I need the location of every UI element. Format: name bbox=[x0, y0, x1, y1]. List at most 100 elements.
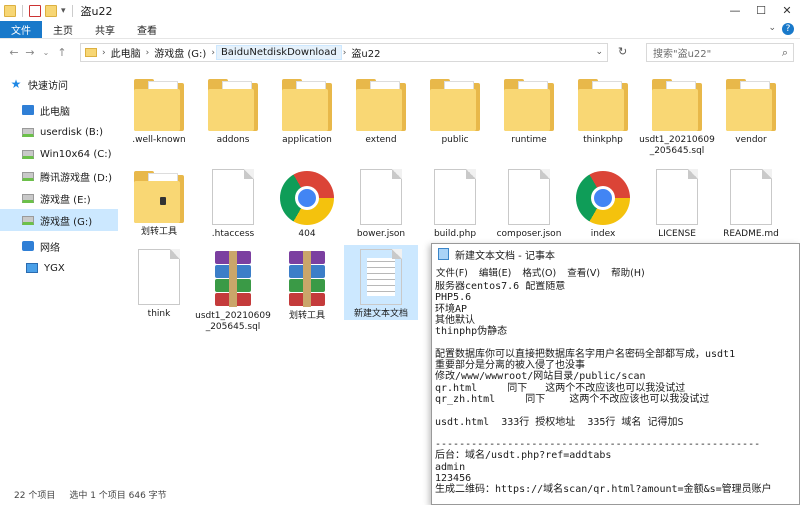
menu-view[interactable]: 查看(V) bbox=[567, 265, 600, 279]
file-item[interactable]: composer.json bbox=[492, 165, 566, 240]
file-name-label: .well-known bbox=[132, 135, 186, 145]
text-line: qr_zh.html 同下 这两个不改应该也可以我没试过 bbox=[435, 393, 710, 405]
file-item[interactable]: addons bbox=[196, 73, 270, 146]
file-name-label: application bbox=[282, 135, 332, 145]
text-line: 123456 bbox=[435, 473, 472, 485]
folder-icon bbox=[726, 79, 776, 131]
sidebar-item-label: 网络 bbox=[40, 242, 60, 254]
customize-qat-icon[interactable]: ▾ bbox=[61, 6, 66, 16]
back-arrow-icon[interactable]: ← bbox=[6, 46, 22, 59]
file-item[interactable]: usdt1_20210609_205645.sql bbox=[195, 245, 271, 333]
notepad-text-area[interactable]: 服务器centos7.6 配置随意 PHP5.6 环境AP 其他默认 thinphp伪静… bbox=[435, 281, 797, 504]
text-line: qr.html 同下 这两个不改应该也可以我没试过 bbox=[435, 382, 686, 394]
file-item[interactable]: LICENSE bbox=[640, 165, 714, 240]
sidebar-item-drive-g[interactable]: 游戏盘 (G:) bbox=[0, 209, 118, 231]
tab-view[interactable]: 查看 bbox=[126, 21, 168, 38]
file-item[interactable]: vendor bbox=[714, 73, 788, 146]
sidebar-item-this-pc[interactable]: 此电脑 bbox=[0, 99, 118, 121]
breadcrumb-this-pc[interactable]: 此电脑 bbox=[107, 44, 145, 61]
file-item[interactable]: README.md bbox=[714, 165, 788, 240]
network-icon bbox=[22, 241, 34, 251]
file-icon bbox=[212, 169, 254, 225]
address-history-icon[interactable]: ⌄ bbox=[595, 47, 603, 57]
notepad-window[interactable]: 新建文本文档 - 记事本 文件(F) 编辑(E) 格式(O) 查看(V) 帮助(… bbox=[431, 243, 800, 505]
file-item[interactable]: .htaccess bbox=[196, 165, 270, 240]
file-item[interactable]: usdt1_20210609_205645.sql bbox=[639, 73, 715, 157]
file-icon bbox=[434, 169, 476, 225]
menu-file[interactable]: 文件(F) bbox=[436, 265, 468, 279]
file-name-label: runtime bbox=[511, 135, 547, 145]
help-icon[interactable]: ? bbox=[782, 23, 794, 35]
minimize-button[interactable]: — bbox=[722, 0, 748, 21]
notepad-title-bar: 新建文本文档 - 记事本 bbox=[432, 244, 799, 264]
file-name-label: addons bbox=[216, 135, 250, 145]
file-item[interactable]: public bbox=[418, 73, 492, 146]
text-line: 生成二维码：https://域名scan/qr.html?amount=金额&s… bbox=[435, 484, 772, 496]
winrar-archive-icon bbox=[211, 251, 255, 307]
breadcrumb-current-folder[interactable]: 盗u22 bbox=[347, 44, 384, 61]
text-line: admin bbox=[435, 461, 466, 473]
new-folder-icon[interactable] bbox=[45, 4, 57, 17]
file-item[interactable]: extend bbox=[344, 73, 418, 146]
file-item[interactable]: runtime bbox=[492, 73, 566, 146]
sidebar-item-label: Win10x64 (C:) bbox=[40, 148, 112, 160]
breadcrumb-baidunetdisk[interactable]: BaiduNetdiskDownload bbox=[215, 45, 342, 60]
star-icon: ★ bbox=[10, 77, 22, 91]
folder-icon bbox=[504, 79, 554, 131]
file-icon bbox=[656, 169, 698, 225]
refresh-icon[interactable]: ↻ bbox=[618, 45, 627, 58]
file-item[interactable]: application bbox=[270, 73, 344, 146]
file-item[interactable]: index bbox=[566, 165, 640, 240]
tab-share[interactable]: 共享 bbox=[84, 21, 126, 38]
selection-info: 选中 1 个项目 646 字节 bbox=[69, 490, 167, 501]
breadcrumb-drive-g[interactable]: 游戏盘 (G:) bbox=[150, 44, 210, 61]
sidebar-item-drive-d[interactable]: 腾讯游戏盘 (D:) bbox=[0, 165, 118, 187]
file-name-label: index bbox=[590, 229, 616, 239]
sidebar-item-quick-access[interactable]: ★ 快速访问 bbox=[0, 73, 118, 95]
sidebar-item-network[interactable]: 网络 bbox=[0, 235, 118, 257]
notepad-title: 新建文本文档 - 记事本 bbox=[455, 250, 555, 262]
text-line: 后台：域名/usdt.php?ref=addtabs bbox=[435, 450, 612, 462]
file-item[interactable]: bower.json bbox=[344, 165, 418, 240]
search-input[interactable]: 搜索"盗u22" ⌕ bbox=[646, 43, 794, 62]
close-button[interactable]: ✕ bbox=[774, 0, 800, 21]
menu-help[interactable]: 帮助(H) bbox=[611, 265, 645, 279]
recent-locations-icon[interactable]: ⌄ bbox=[38, 48, 54, 57]
sidebar-item-label: 快速访问 bbox=[28, 80, 68, 92]
sidebar-item-drive-c[interactable]: Win10x64 (C:) bbox=[0, 143, 118, 165]
menu-format[interactable]: 格式(O) bbox=[522, 265, 556, 279]
file-icon bbox=[138, 249, 180, 305]
file-item[interactable]: build.php bbox=[418, 165, 492, 240]
text-line: PHP5.6 bbox=[435, 292, 472, 304]
maximize-button[interactable]: ☐ bbox=[748, 0, 774, 21]
file-name-label: .htaccess bbox=[211, 229, 255, 239]
file-item[interactable]: 404 bbox=[270, 165, 344, 240]
notepad-icon bbox=[438, 248, 449, 260]
text-line: 服务器centos7.6 配置随意 bbox=[435, 281, 566, 292]
file-name-label: usdt1_20210609_205645.sql bbox=[195, 311, 271, 332]
file-item[interactable]: 划转工具 bbox=[270, 245, 344, 322]
file-item[interactable]: think bbox=[122, 245, 196, 320]
expand-ribbon-icon[interactable]: ⌄ bbox=[768, 23, 776, 33]
file-item[interactable]: 新建文本文档 bbox=[344, 245, 418, 320]
up-arrow-icon[interactable]: ↑ bbox=[54, 46, 70, 59]
search-icon[interactable]: ⌕ bbox=[782, 46, 788, 60]
menu-edit[interactable]: 编辑(E) bbox=[479, 265, 511, 279]
file-item[interactable]: .well-known bbox=[122, 73, 196, 146]
properties-icon[interactable] bbox=[29, 4, 41, 17]
sidebar-item-drive-b[interactable]: userdisk (B:) bbox=[0, 121, 118, 143]
forward-arrow-icon[interactable]: → bbox=[22, 46, 38, 59]
file-item[interactable]: thinkphp bbox=[566, 73, 640, 146]
chrome-icon bbox=[576, 171, 630, 225]
sidebar-item-ygx[interactable]: YGX bbox=[0, 257, 118, 279]
folder-icon bbox=[134, 79, 184, 131]
address-bar[interactable]: › 此电脑 › 游戏盘 (G:) › BaiduNetdiskDownload … bbox=[80, 43, 608, 62]
file-name-label: bower.json bbox=[356, 229, 406, 239]
text-line: 配置数据库你可以直接把数据库名字用户名密码全部都写成，usdt1 bbox=[435, 348, 736, 360]
file-item[interactable]: 划转工具 bbox=[122, 165, 196, 238]
tab-file[interactable]: 文件 bbox=[0, 21, 42, 38]
folder-icon bbox=[208, 79, 258, 131]
tab-home[interactable]: 主页 bbox=[42, 21, 84, 38]
sidebar-item-drive-e[interactable]: 游戏盘 (E:) bbox=[0, 187, 118, 209]
window-title: 盗u22 bbox=[80, 4, 113, 18]
